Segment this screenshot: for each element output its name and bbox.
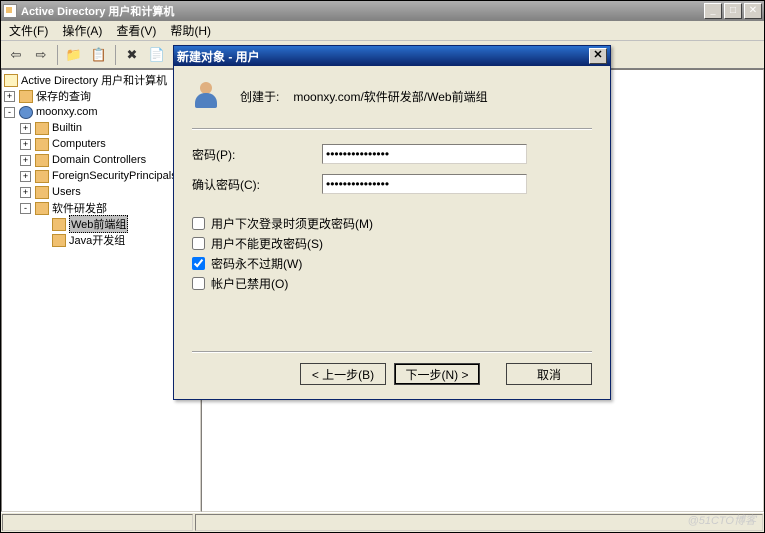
menu-action[interactable]: 操作(A) xyxy=(56,20,108,41)
expand-icon[interactable]: + xyxy=(20,187,31,198)
never-expires-checkbox[interactable] xyxy=(192,257,205,270)
separator xyxy=(192,128,592,130)
forward-button[interactable]: ⇨ xyxy=(30,44,52,66)
folder-icon xyxy=(35,138,49,151)
maximize-button[interactable]: □ xyxy=(724,3,742,19)
statusbar xyxy=(1,512,764,532)
new-user-dialog: 新建对象 - 用户 ✕ 创建于: moonxy.com/软件研发部/Web前端组… xyxy=(173,45,611,400)
must-change-checkbox[interactable] xyxy=(192,217,205,230)
delete-icon: ✖ xyxy=(127,47,138,63)
app-icon xyxy=(3,4,17,18)
never-expires-label: 密码永不过期(W) xyxy=(211,255,302,272)
dialog-titlebar: 新建对象 - 用户 ✕ xyxy=(174,45,610,66)
cannot-change-label: 用户不能更改密码(S) xyxy=(211,235,323,252)
dialog-header: 创建于: moonxy.com/软件研发部/Web前端组 xyxy=(192,80,592,112)
confirm-password-input[interactable] xyxy=(322,174,527,194)
password-input[interactable] xyxy=(322,144,527,164)
create-in-label: 创建于: xyxy=(240,88,279,105)
collapse-icon[interactable]: - xyxy=(4,107,15,118)
cancel-button[interactable]: 取消 xyxy=(506,363,592,385)
tree-pane[interactable]: Active Directory 用户和计算机 + 保存的查询 - moonxy.c… xyxy=(1,69,201,512)
status-cell xyxy=(2,514,193,531)
folder-icon xyxy=(35,154,49,167)
expand-icon[interactable]: + xyxy=(4,91,15,102)
tree-root[interactable]: Active Directory 用户和计算机 xyxy=(21,72,167,88)
cut-button[interactable]: 📄 xyxy=(146,44,168,66)
tree-fsp[interactable]: ForeignSecurityPrincipals xyxy=(52,170,177,182)
tree-java[interactable]: Java开发组 xyxy=(69,232,125,248)
folder-icon xyxy=(19,90,33,103)
menu-file[interactable]: 文件(F) xyxy=(3,20,54,41)
collapse-icon[interactable]: - xyxy=(20,203,31,214)
must-change-label: 用户下次登录时须更改密码(M) xyxy=(211,215,373,232)
tree-builtin[interactable]: Builtin xyxy=(52,122,82,134)
delete-button[interactable]: ✖ xyxy=(121,44,143,66)
window-title: Active Directory 用户和计算机 xyxy=(21,3,704,19)
expand-icon[interactable]: + xyxy=(20,171,31,182)
next-button[interactable]: 下一步(N) > xyxy=(394,363,480,385)
titlebar: Active Directory 用户和计算机 _ □ ✕ xyxy=(1,1,764,21)
menu-view[interactable]: 查看(V) xyxy=(110,20,162,41)
user-icon xyxy=(192,80,224,112)
back-button[interactable]: < 上一步(B) xyxy=(300,363,386,385)
create-in-value: moonxy.com/软件研发部/Web前端组 xyxy=(293,88,487,105)
folder-icon xyxy=(35,122,49,135)
globe-icon xyxy=(19,106,33,119)
scissors-icon: 📄 xyxy=(149,47,165,63)
disabled-label: 帐户已禁用(O) xyxy=(211,275,288,292)
tree-saved[interactable]: 保存的查询 xyxy=(36,88,91,104)
confirm-password-label: 确认密码(C): xyxy=(192,176,322,193)
up-button[interactable]: 📁 xyxy=(63,44,85,66)
menu-help[interactable]: 帮助(H) xyxy=(164,20,217,41)
watermark: @51CTO博客 xyxy=(688,512,756,528)
app-icon xyxy=(4,74,18,87)
list-icon: 📋 xyxy=(91,47,107,63)
tree-web[interactable]: Web前端组 xyxy=(69,215,128,233)
tree-users[interactable]: Users xyxy=(52,186,81,198)
status-cell xyxy=(195,514,763,531)
folder-icon xyxy=(35,202,49,215)
folder-icon xyxy=(35,186,49,199)
arrow-right-icon: ⇨ xyxy=(36,47,47,63)
folder-up-icon: 📁 xyxy=(66,47,82,63)
minimize-button[interactable]: _ xyxy=(704,3,722,19)
dialog-close-button[interactable]: ✕ xyxy=(589,48,607,64)
password-label: 密码(P): xyxy=(192,146,322,163)
properties-button[interactable]: 📋 xyxy=(88,44,110,66)
expand-icon[interactable]: + xyxy=(20,139,31,150)
back-button[interactable]: ⇦ xyxy=(5,44,27,66)
expand-icon[interactable]: + xyxy=(20,123,31,134)
expand-icon[interactable]: + xyxy=(20,155,31,166)
cannot-change-checkbox[interactable] xyxy=(192,237,205,250)
close-button[interactable]: ✕ xyxy=(744,3,762,19)
arrow-left-icon: ⇦ xyxy=(11,47,22,63)
folder-icon xyxy=(35,170,49,183)
tree-computers[interactable]: Computers xyxy=(52,138,106,150)
tree-domain[interactable]: moonxy.com xyxy=(36,106,98,118)
separator xyxy=(192,351,592,353)
menubar: 文件(F) 操作(A) 查看(V) 帮助(H) xyxy=(1,21,764,41)
folder-icon xyxy=(52,218,66,231)
folder-icon xyxy=(52,234,66,247)
disabled-checkbox[interactable] xyxy=(192,277,205,290)
tree-dept[interactable]: 软件研发部 xyxy=(52,200,107,216)
tree-dc[interactable]: Domain Controllers xyxy=(52,154,146,166)
dialog-title: 新建对象 - 用户 xyxy=(177,48,589,65)
main-window: Active Directory 用户和计算机 _ □ ✕ 文件(F) 操作(A… xyxy=(0,0,765,533)
